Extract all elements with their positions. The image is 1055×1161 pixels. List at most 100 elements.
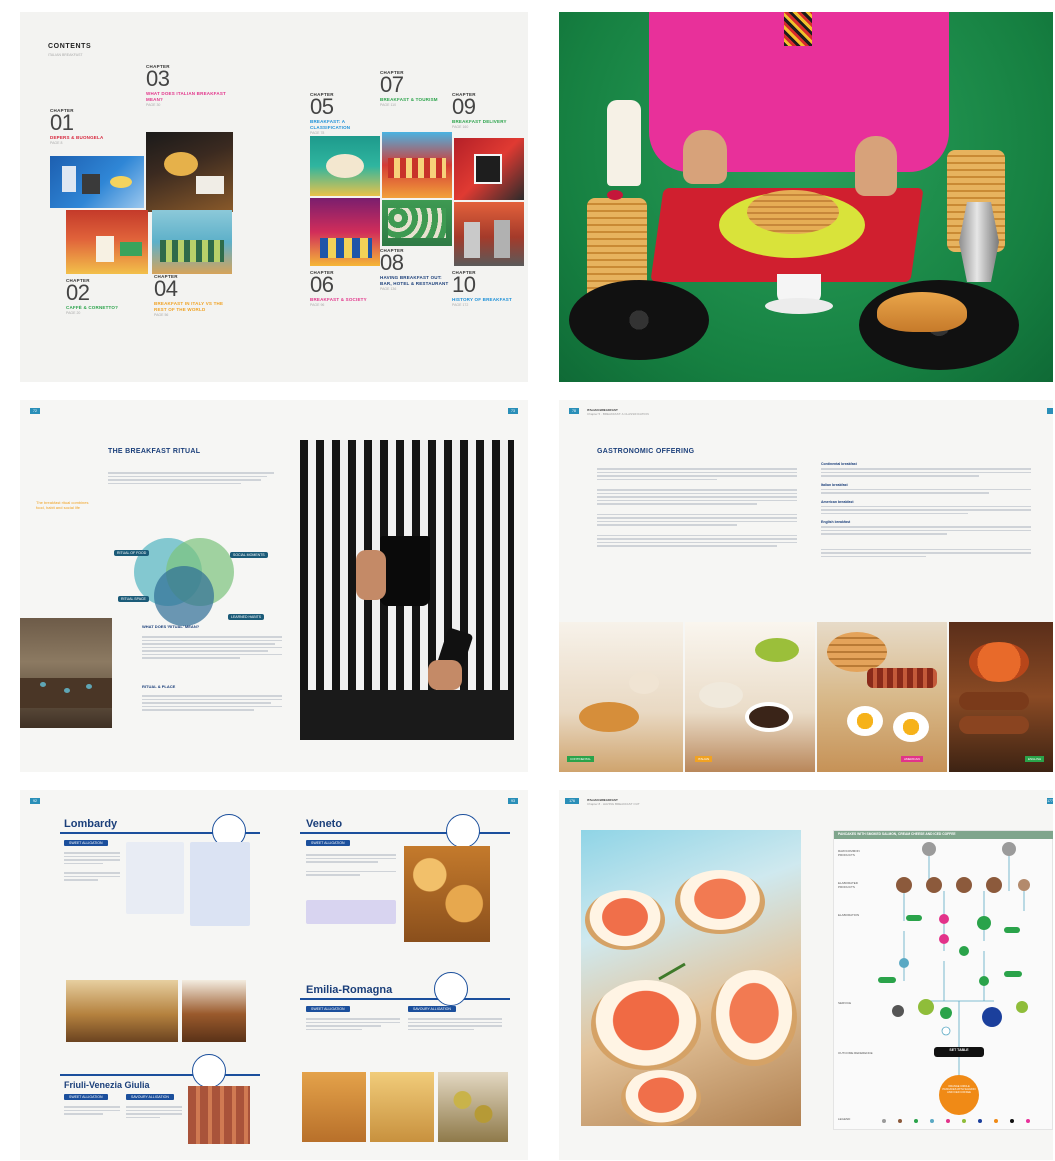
node-outcome [939, 1075, 979, 1115]
gastro-header: ITALIAN BREAKFAST Chapter 5 · BREAKFAST:… [587, 408, 649, 416]
chapter-01[interactable]: CHAPTER 01 DEPERS & BUONGELA PAGE 8 [50, 108, 130, 145]
region-veneto-photo [404, 846, 490, 942]
chapter-08[interactable]: CHAPTER 08 HAVING BREAKFAST OUT: BAR, HO… [380, 248, 452, 291]
chapter-10[interactable]: CHAPTER 10 HISTORY OF BREAKFAST PAGE 172 [452, 270, 522, 307]
chapter-07[interactable]: CHAPTER 07 BREAKFAST & TOURISM PAGE 110 [380, 70, 450, 107]
chapter-page: PAGE 160 [452, 125, 469, 129]
venn-label-ritual-of-food: RITUAL OF FOOD [114, 550, 150, 556]
photo-italian: ITALIAN [685, 622, 815, 772]
node-service-gray [892, 1005, 904, 1017]
outcome-label: ORANGE CIRCLE PANCAKES WITH SALMON AND I… [942, 1085, 976, 1095]
venn-label-learned-habits: LEARNED HABITS [228, 614, 265, 620]
page-number-left: 78 [569, 408, 579, 414]
region-card-purple [306, 900, 396, 924]
region-veneto: Veneto SWEET ALLIGATION [300, 814, 514, 964]
chapter-page: PAGE 8 [50, 141, 63, 145]
chapter-02[interactable]: CHAPTER 02 CAFFÈ & CORNETTO? PAGE 20 [66, 278, 146, 315]
node-service-lime [918, 999, 934, 1015]
regions-spread: 92 93 Lombardy SWEET ALLIGATION Friuli-V… [20, 790, 528, 1160]
region-title: Lombardy [64, 818, 118, 830]
chapter-number: 06 [310, 272, 334, 297]
page-number-left: 176 [565, 798, 579, 804]
berries-left [607, 190, 623, 200]
right-hand [855, 136, 897, 196]
moka-pot [959, 202, 999, 282]
page-number-left: 72 [30, 408, 40, 414]
node-elab-4 [986, 877, 1002, 893]
page-number-right [1047, 408, 1053, 414]
ritual-spread: 72 73 THE BREAKFAST RITUAL The breakfast… [20, 400, 528, 772]
legend-dots [882, 1119, 1030, 1123]
venn-circle-3 [154, 566, 214, 626]
node-raw-1 [922, 842, 936, 856]
tag-italian: ITALIAN [695, 756, 713, 762]
chapter-photo-06 [310, 198, 380, 266]
node-pink-2 [939, 934, 949, 944]
chapter-number: 04 [154, 276, 178, 301]
node-elab-1 [896, 877, 912, 893]
gastro-spread: 78 ITALIAN BREAKFAST Chapter 5 · BREAKFA… [559, 400, 1053, 772]
region-emilia-photo-3 [438, 1072, 508, 1142]
saucer [765, 298, 833, 314]
contents-heading: CONTENTS [48, 43, 92, 50]
region-text-col [64, 850, 120, 883]
ritual-section2-text [142, 693, 282, 713]
node-green-pill-1 [906, 915, 922, 921]
bullet-title: Italian breakfast [821, 482, 848, 487]
tea-room-photo [20, 618, 112, 728]
chapter-number: 05 [310, 94, 334, 119]
bullet-continental: Continental breakfast [821, 462, 1031, 477]
region-pill: SWEET ALLIGATION [306, 840, 350, 846]
chapter-05[interactable]: CHAPTER 05 BREAKFAST: A CLASSIFICATION P… [310, 92, 380, 135]
blini-4 [711, 970, 797, 1066]
blini-5 [621, 1070, 701, 1126]
chapter-04[interactable]: CHAPTER 04 BREAKFAST IN ITALY VS THE RES… [154, 274, 224, 317]
chapter-page: PAGE 78 [310, 131, 325, 135]
node-elab-2 [926, 877, 942, 893]
salmon-spread: 176 177 ITALIAN BREAKFAST Chapter 8 · HA… [559, 790, 1053, 1160]
region-friuli: Friuli-Venezia Giulia SWEET ALLIGATION S… [60, 1052, 260, 1152]
node-elab-3 [956, 877, 972, 893]
set-table-label: SET TABLE [949, 1048, 969, 1052]
region-emilia-photo-2 [370, 1072, 434, 1142]
gastro-title: GASTRONOMIC OFFERING [597, 448, 695, 455]
region-pill-2: SAVOURY ALLIGATION [126, 1094, 174, 1100]
node-green-3 [979, 976, 989, 986]
photo-english: ENGLISH [949, 622, 1053, 772]
pancake-on-platter [747, 190, 839, 234]
chapter-03[interactable]: CHAPTER 03 WHAT DOES ITALIAN BREAKFAST M… [146, 64, 236, 107]
black-mug [380, 536, 430, 606]
chapter-title: HAVING BREAKFAST OUT: BAR, HOTEL & RESTA… [380, 275, 449, 286]
region-lombardy-photo-cake [66, 980, 178, 1042]
bullet-italian: Italian breakfast [821, 483, 1031, 494]
chapter-06[interactable]: CHAPTER 06 BREAKFAST & SOCIETY PAGE 96 [310, 270, 380, 307]
ritual-section1-title: WHAT DOES 'RITUAL' MEAN? [142, 624, 200, 629]
chapter-page: PAGE 172 [452, 303, 469, 307]
chapter-number: 08 [380, 250, 404, 275]
node-pink-1 [939, 914, 949, 924]
region-text-col [64, 1104, 120, 1117]
header-line2: Chapter 5 · BREAKFAST: A CLASSIFICATION [587, 412, 649, 416]
bullet-title: Continental breakfast [821, 462, 857, 466]
chapter-number: 09 [452, 94, 476, 119]
chapter-photo-10 [454, 202, 524, 266]
legend-label: LEGEND [838, 1117, 851, 1121]
region-text-col-2 [408, 1016, 502, 1032]
region-text-col [306, 852, 396, 878]
chapter-09[interactable]: CHAPTER 09 BREAKFAST DELIVERY PAGE 160 [452, 92, 522, 129]
node-raw-2 [1002, 842, 1016, 856]
chapter-number: 10 [452, 272, 476, 297]
ritual-section2-title: RITUAL & PLACE [142, 684, 176, 689]
chapter-title: BREAKFAST IN ITALY VS THE REST OF THE WO… [154, 301, 224, 312]
chapter-photo-02 [66, 210, 148, 274]
contents-subheading: ITALIAN BREAKFAST [48, 53, 83, 57]
region-title: Emilia-Romagna [306, 984, 393, 996]
blini-3 [591, 980, 701, 1070]
tag-continental: CONTINENTAL [567, 756, 594, 762]
shirt-stripes [784, 12, 812, 46]
chapter-number: 01 [50, 110, 74, 135]
tag-american: AMERICAN [901, 756, 923, 762]
chapter-title: WHAT DOES ITALIAN BREAKFAST MEAN? [146, 91, 226, 102]
chapter-number: 03 [146, 66, 170, 91]
node-green-pill-4 [1004, 971, 1022, 977]
